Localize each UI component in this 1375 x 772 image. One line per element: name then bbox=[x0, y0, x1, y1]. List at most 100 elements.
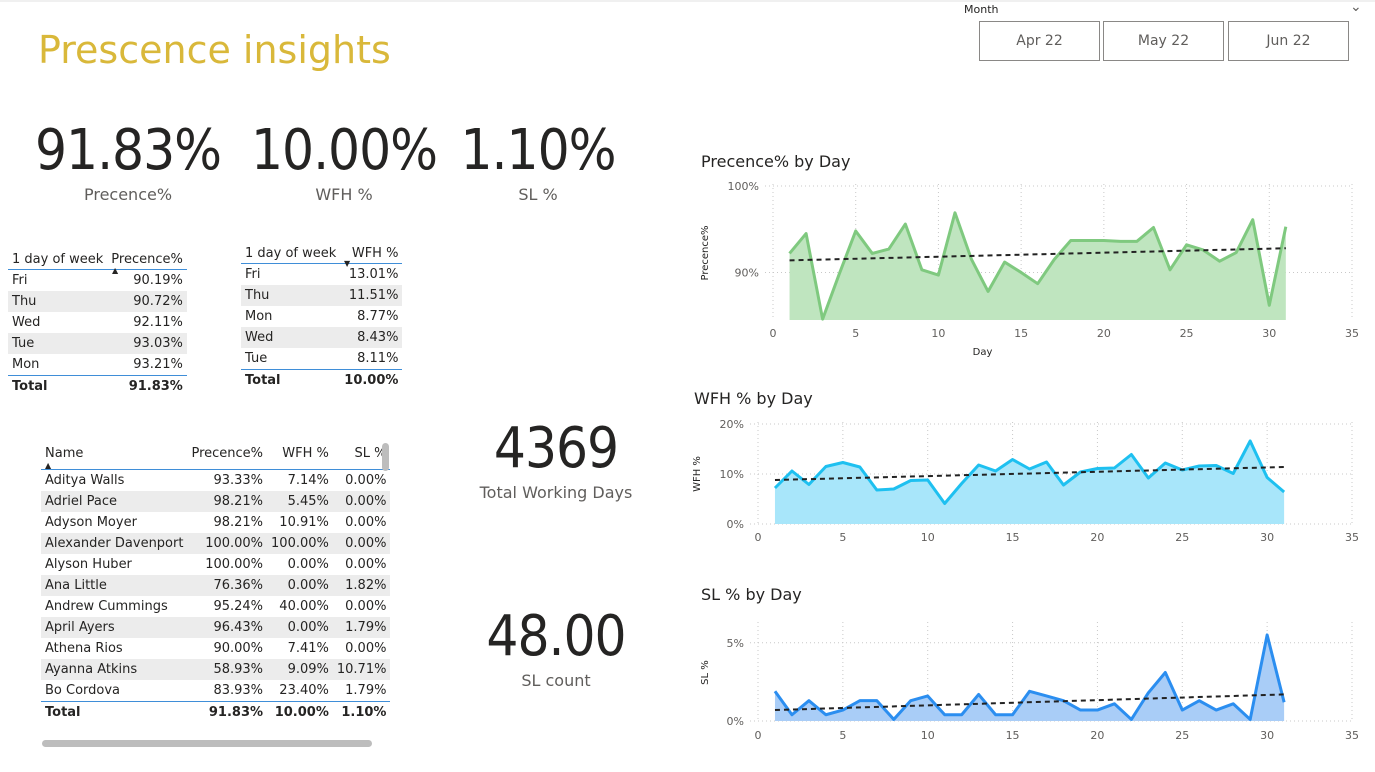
cell: Tue bbox=[8, 333, 108, 354]
cell: 76.36% bbox=[187, 575, 268, 596]
cell: 90.19% bbox=[133, 273, 183, 288]
kpi-sl-count-label: SL count bbox=[521, 671, 591, 690]
total-row: Total 91.83% bbox=[8, 375, 187, 397]
cell: 8.11% bbox=[357, 351, 399, 366]
column-header-day[interactable]: 1 day of week bbox=[241, 244, 341, 264]
table-row[interactable]: Alexander Davenport 100.00% 100.00% 0.00% bbox=[41, 533, 391, 554]
cell: 93.03% bbox=[107, 333, 187, 354]
x-tick-label: 0 bbox=[755, 729, 762, 742]
y-axis-label: Precence% bbox=[700, 225, 711, 280]
cell: Adyson Moyer bbox=[45, 515, 137, 530]
x-tick-label: 10 bbox=[931, 327, 945, 340]
x-tick-label: 0 bbox=[770, 327, 777, 340]
cell: 0.00% bbox=[345, 599, 387, 614]
cell: Wed bbox=[241, 327, 341, 348]
table-row[interactable]: Alyson Huber 100.00% 0.00% 0.00% bbox=[41, 554, 390, 575]
table-row[interactable]: Athena Rios 90.00% 7.41% 0.00% bbox=[41, 638, 390, 659]
slicer-option-apr[interactable]: Apr 22 bbox=[979, 21, 1100, 61]
y-tick-label: 100% bbox=[728, 180, 759, 193]
table-row[interactable]: April Ayers 96.43% 0.00% 1.79% bbox=[41, 617, 391, 638]
table-row[interactable]: Adriel Pace 98.21% 5.45% 0.00% bbox=[41, 491, 391, 512]
sl-by-day-chart: 0 5 10 15 20 25 30 35 0% 5% SL % bbox=[700, 622, 1359, 742]
table-row[interactable]: Ana Little 76.36% 0.00% 1.82% bbox=[41, 575, 391, 596]
table-row: Wed 92.11% bbox=[8, 312, 187, 333]
table-row: Fri 90.19% bbox=[8, 270, 187, 292]
column-header-presence[interactable]: Precence% bbox=[187, 444, 268, 470]
cell: 8.43% bbox=[340, 327, 403, 348]
table-row: Thu 11.51% bbox=[241, 285, 403, 306]
column-header-name[interactable]: Name bbox=[41, 444, 188, 470]
x-tick-label: 5 bbox=[839, 729, 846, 742]
x-tick-label: 20 bbox=[1090, 531, 1104, 544]
cell: 1.79% bbox=[345, 683, 387, 698]
table-row[interactable]: Ayanna Atkins 58.93% 9.09% 10.71% bbox=[41, 659, 391, 680]
table-row[interactable]: Adyson Moyer 98.21% 10.91% 0.00% bbox=[41, 512, 390, 533]
cell: 0.00% bbox=[267, 575, 333, 596]
kpi-working-days-label: Total Working Days bbox=[479, 483, 633, 502]
cell: Wed bbox=[12, 315, 41, 330]
chevron-down-icon[interactable]: ⌄ bbox=[1350, 0, 1362, 15]
cell: Thu bbox=[8, 291, 108, 312]
y-axis-label: WFH % bbox=[692, 456, 703, 492]
cell: 40.00% bbox=[279, 599, 329, 614]
column-header-day[interactable]: 1 day of week bbox=[8, 250, 108, 270]
y-tick-label: 0% bbox=[727, 715, 744, 728]
cell: Fri bbox=[12, 273, 28, 288]
table-row[interactable]: Aditya Walls 93.33% 7.14% 0.00% bbox=[41, 470, 390, 492]
kpi-wfh-card: 10.00% WFH % bbox=[244, 118, 444, 204]
cell: Andrew Cummings bbox=[45, 599, 168, 614]
cell: 98.21% bbox=[213, 515, 264, 530]
wfh-by-day-chart: 0 5 10 15 20 25 30 35 0% 10% 20% WFH % bbox=[692, 418, 1359, 544]
cell: 0.00% bbox=[345, 557, 387, 572]
kpi-sl-count-card: 48.00 SL count bbox=[456, 604, 656, 690]
cell: 91.83% bbox=[187, 701, 268, 723]
cell: Alexander Davenport bbox=[41, 533, 188, 554]
cell: 10.71% bbox=[332, 659, 391, 680]
cell: 0.00% bbox=[345, 473, 387, 488]
cell: Mon bbox=[12, 357, 40, 372]
area-fill bbox=[789, 212, 1286, 320]
kpi-sl-card: 1.10% SL % bbox=[448, 118, 628, 204]
table-row[interactable]: Bo Cordova 83.93% 23.40% 1.79% bbox=[41, 680, 390, 702]
cell: 10.00% bbox=[340, 369, 403, 391]
cell: Total bbox=[41, 701, 188, 723]
column-header-wfh[interactable]: WFH % bbox=[267, 444, 333, 470]
table-row[interactable]: Andrew Cummings 95.24% 40.00% 0.00% bbox=[41, 596, 390, 617]
x-tick-label: 10 bbox=[921, 729, 935, 742]
cell: Adriel Pace bbox=[41, 491, 188, 512]
cell: Total bbox=[8, 375, 108, 397]
x-tick-label: 30 bbox=[1260, 729, 1274, 742]
table-row: Thu 90.72% bbox=[8, 291, 187, 312]
cell: 83.93% bbox=[213, 683, 264, 698]
cell: 9.09% bbox=[267, 659, 333, 680]
sort-descending-icon: ▲ bbox=[112, 266, 119, 275]
x-tick-label: 20 bbox=[1090, 729, 1104, 742]
x-tick-label: 0 bbox=[755, 531, 762, 544]
top-border bbox=[0, 0, 1375, 2]
horizontal-scrollbar[interactable] bbox=[42, 740, 372, 747]
x-tick-label: 10 bbox=[921, 531, 935, 544]
x-tick-label: 5 bbox=[839, 531, 846, 544]
column-header-presence[interactable]: Precence% bbox=[107, 250, 187, 270]
slicer-option-may[interactable]: May 22 bbox=[1103, 21, 1224, 61]
cell: 7.14% bbox=[287, 473, 329, 488]
x-tick-label: 20 bbox=[1097, 327, 1111, 340]
kpi-sl-count-value: 48.00 bbox=[486, 604, 626, 669]
month-slicer-label: Month bbox=[964, 3, 999, 16]
people-table: Name Precence% WFH % SL % Aditya Walls 93… bbox=[41, 444, 391, 723]
cell: 8.77% bbox=[357, 309, 399, 324]
table-row: Tue 93.03% bbox=[8, 333, 187, 354]
cell: April Ayers bbox=[41, 617, 188, 638]
cell: Athena Rios bbox=[45, 641, 123, 656]
kpi-sl-label: SL % bbox=[518, 185, 558, 204]
cell: 0.00% bbox=[345, 515, 387, 530]
y-tick-label: 5% bbox=[727, 637, 744, 650]
column-header-label: Precence% bbox=[111, 252, 183, 267]
cell: Tue bbox=[245, 351, 268, 366]
table-row: Mon 93.21% bbox=[8, 354, 187, 376]
vertical-scrollbar[interactable] bbox=[382, 443, 389, 471]
slicer-option-jun[interactable]: Jun 22 bbox=[1228, 21, 1349, 61]
chart-title-wfh: WFH % by Day bbox=[694, 389, 813, 408]
cell: Bo Cordova bbox=[45, 683, 121, 698]
y-tick-label: 90% bbox=[735, 266, 759, 279]
